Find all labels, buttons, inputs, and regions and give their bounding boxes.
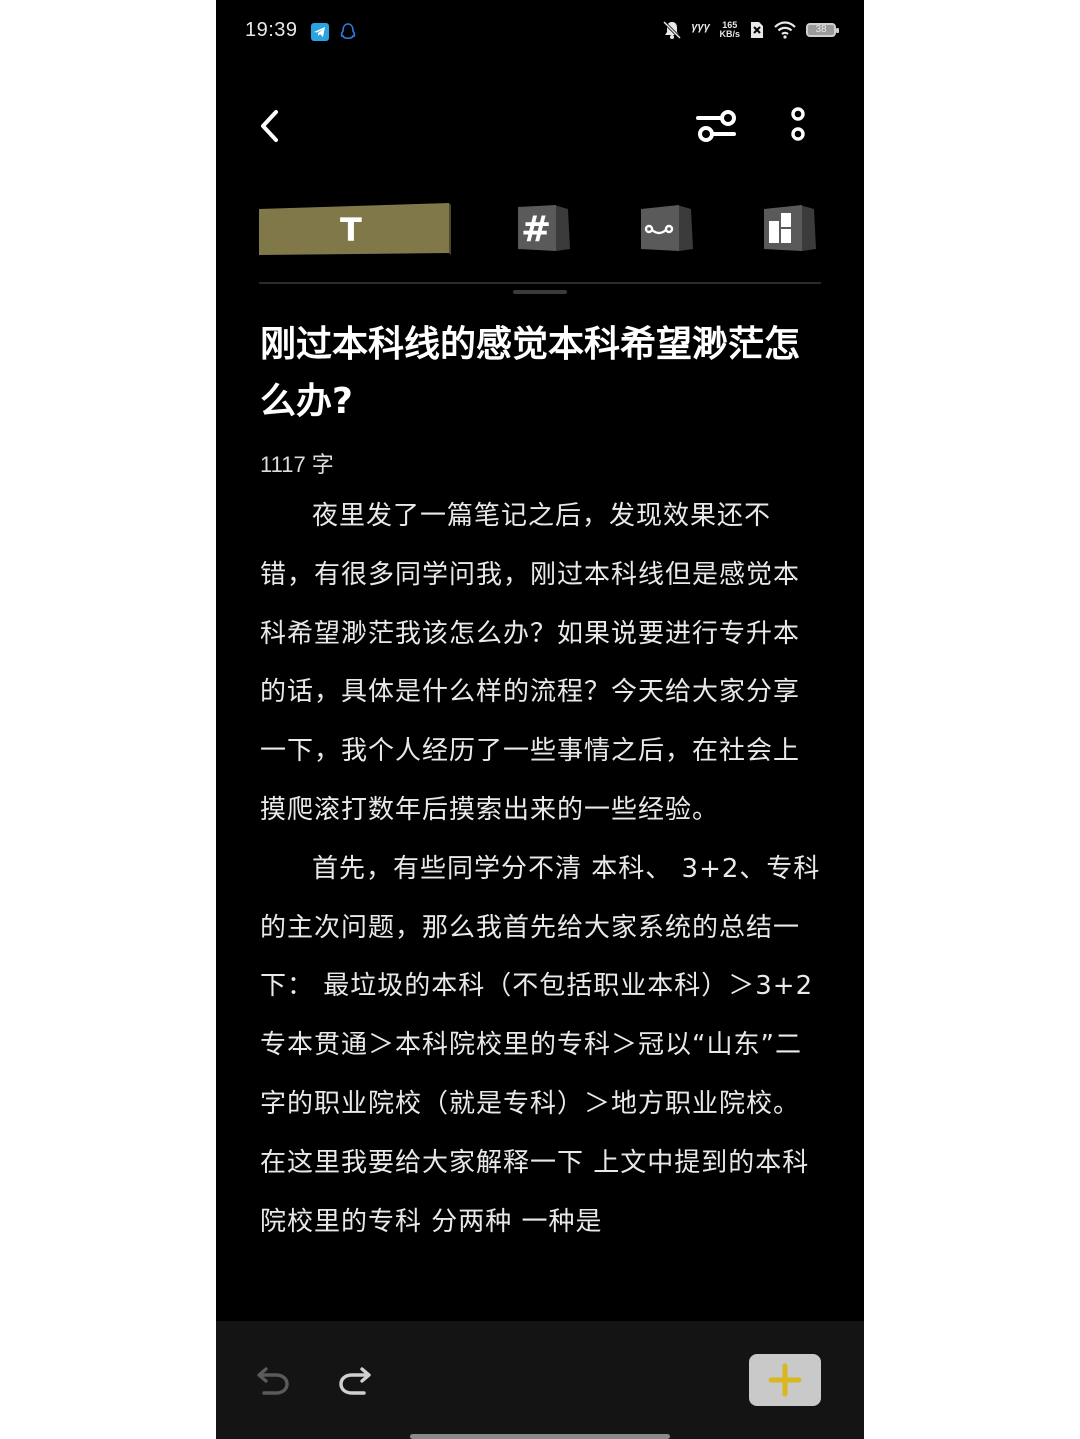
- sliders-icon: [696, 110, 736, 142]
- tab-link[interactable]: [639, 203, 695, 257]
- undo-icon: [257, 1367, 289, 1395]
- tab-text-format[interactable]: T: [259, 203, 451, 257]
- svg-text:#: #: [521, 209, 551, 250]
- paragraph: 夜里发了一篇笔记之后，发现效果还不错，有很多同学问我，刚过本科线但是感觉本科希望…: [260, 501, 801, 825]
- bottom-toolbar: [216, 1321, 864, 1439]
- undo-button[interactable]: [254, 1361, 292, 1399]
- sim-icon: [751, 22, 763, 38]
- qq-icon: [340, 23, 356, 40]
- tab-layout[interactable]: [762, 203, 818, 257]
- note-title[interactable]: 刚过本科线的感觉本科希望渺茫怎么办?: [260, 316, 820, 430]
- layout-icon: [764, 205, 816, 251]
- toolbar-divider: [259, 282, 821, 284]
- plus-icon: [768, 1363, 802, 1397]
- hashtag-icon: #: [518, 205, 570, 251]
- link-icon: [641, 205, 693, 251]
- note-body[interactable]: 夜里发了一篇笔记之后，发现效果还不错，有很多同学问我，刚过本科线但是感觉本科希望…: [260, 487, 822, 1251]
- status-bar: 19:39 ᵞᵞᵞ 165 KB/s 38: [216, 0, 864, 64]
- note-editor-screen: 19:39 ᵞᵞᵞ 165 KB/s 38 T # 刚过本科线的感觉本科希望渺茫…: [216, 0, 864, 1439]
- status-icons: ᵞᵞᵞ 165 KB/s 38: [662, 20, 839, 40]
- add-button[interactable]: [749, 1354, 821, 1406]
- drag-handle[interactable]: [513, 290, 567, 294]
- wifi-icon: [774, 21, 796, 39]
- battery-icon: 38: [806, 23, 839, 37]
- network-speed: 165 KB/s: [719, 20, 740, 39]
- svg-text:T: T: [340, 211, 362, 249]
- chevron-left-icon: [261, 110, 278, 142]
- redo-button[interactable]: [336, 1361, 374, 1399]
- signal-strength-icon: ᵞᵞᵞ: [690, 21, 710, 38]
- more-vertical-icon: [791, 107, 805, 141]
- redo-icon: [339, 1367, 371, 1395]
- home-indicator[interactable]: [410, 1434, 670, 1439]
- tab-hashtag[interactable]: #: [516, 203, 572, 257]
- word-count: 1117 字: [260, 452, 334, 477]
- more-options-button[interactable]: [782, 104, 814, 148]
- back-button[interactable]: [252, 104, 288, 148]
- paragraph: 首先，有些同学分不清 本科、 3+2、专科的主次问题，那么我首先给大家系统的总结…: [260, 853, 821, 1237]
- text-format-icon: T: [259, 203, 451, 255]
- telegram-icon: [311, 23, 329, 41]
- settings-button[interactable]: [694, 104, 740, 148]
- status-time: 19:39: [245, 19, 298, 41]
- mute-bell-icon: [662, 20, 681, 40]
